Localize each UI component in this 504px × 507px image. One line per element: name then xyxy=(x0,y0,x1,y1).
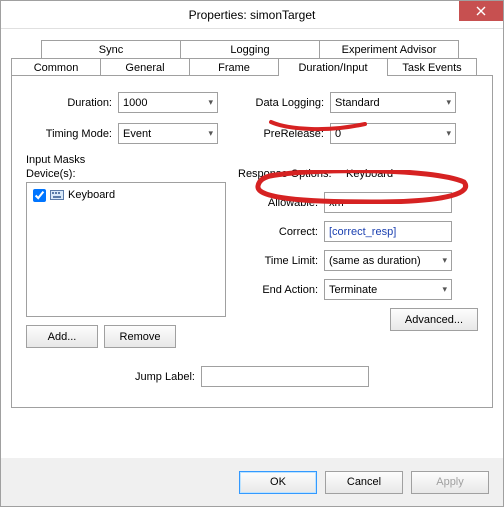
timing-mode-combo[interactable]: Event ▾ xyxy=(118,123,218,144)
response-options-label: Response Options: xyxy=(238,168,346,180)
correct-label: Correct: xyxy=(238,226,324,238)
chevron-down-icon: ▾ xyxy=(446,97,451,108)
tab-duration-input[interactable]: Duration/Input xyxy=(278,58,388,76)
add-button[interactable]: Add... xyxy=(26,325,98,348)
ok-button[interactable]: OK xyxy=(239,471,317,494)
end-action-label: End Action: xyxy=(238,284,324,296)
tab-strip: Sync Logging Experiment Advisor Common G… xyxy=(11,39,493,408)
chevron-down-icon: ▾ xyxy=(442,284,447,295)
time-limit-value: (same as duration) xyxy=(329,255,421,267)
window-title: Properties: simonTarget xyxy=(1,8,503,22)
close-button[interactable] xyxy=(459,1,503,21)
close-icon xyxy=(476,6,486,16)
time-limit-combo[interactable]: (same as duration) ▾ xyxy=(324,250,452,271)
data-logging-combo[interactable]: Standard ▾ xyxy=(330,92,456,113)
prerelease-value: 0 xyxy=(335,128,341,140)
input-masks-label: Input Masks xyxy=(26,154,226,166)
chevron-down-icon: ▾ xyxy=(446,128,451,139)
tab-experiment-advisor[interactable]: Experiment Advisor xyxy=(319,40,459,58)
allowable-input[interactable] xyxy=(324,192,452,213)
device-checkbox[interactable] xyxy=(33,189,46,202)
correct-input[interactable] xyxy=(324,221,452,242)
tab-common[interactable]: Common xyxy=(11,58,101,76)
prerelease-label: PreRelease: xyxy=(218,128,330,140)
jump-label-input[interactable] xyxy=(201,366,369,387)
data-logging-label: Data Logging: xyxy=(218,97,330,109)
dialog-footer: OK Cancel Apply xyxy=(1,458,503,506)
timing-mode-label: Timing Mode: xyxy=(26,128,118,140)
chevron-down-icon: ▾ xyxy=(208,128,213,139)
chevron-down-icon: ▾ xyxy=(442,255,447,266)
tab-task-events[interactable]: Task Events xyxy=(387,58,477,76)
prerelease-combo[interactable]: 0 ▾ xyxy=(330,123,456,144)
data-logging-value: Standard xyxy=(335,97,380,109)
dialog-content: Sync Logging Experiment Advisor Common G… xyxy=(1,29,503,458)
duration-combo[interactable]: 1000 ▾ xyxy=(118,92,218,113)
duration-value: 1000 xyxy=(123,97,147,109)
title-bar[interactable]: Properties: simonTarget xyxy=(1,1,503,29)
tab-general[interactable]: General xyxy=(100,58,190,76)
devices-listbox[interactable]: Keyboard xyxy=(26,182,226,317)
allowable-label: Allowable: xyxy=(238,197,324,209)
jump-label-label: Jump Label: xyxy=(135,371,201,383)
tab-frame[interactable]: Frame xyxy=(189,58,279,76)
chevron-down-icon: ▾ xyxy=(208,97,213,108)
devices-label: Device(s): xyxy=(26,168,226,180)
end-action-value: Terminate xyxy=(329,284,377,296)
properties-dialog: Properties: simonTarget Sync Logging Exp… xyxy=(0,0,504,507)
end-action-combo[interactable]: Terminate ▾ xyxy=(324,279,452,300)
time-limit-label: Time Limit: xyxy=(238,255,324,267)
advanced-button[interactable]: Advanced... xyxy=(390,308,478,331)
tab-panel-duration-input: Duration: 1000 ▾ Data Logging: Standard … xyxy=(11,75,493,408)
duration-label: Duration: xyxy=(26,97,118,109)
keyboard-icon xyxy=(50,188,64,202)
input-masks-section: Input Masks Device(s): Keyboard xyxy=(26,154,226,348)
response-options-section: Response Options: Keyboard Allowable: Co… xyxy=(238,154,478,348)
tab-logging[interactable]: Logging xyxy=(180,40,320,58)
list-item[interactable]: Keyboard xyxy=(31,187,221,203)
timing-mode-value: Event xyxy=(123,128,151,140)
remove-button[interactable]: Remove xyxy=(104,325,176,348)
response-options-value: Keyboard xyxy=(346,168,393,180)
apply-button[interactable]: Apply xyxy=(411,471,489,494)
cancel-button[interactable]: Cancel xyxy=(325,471,403,494)
device-name: Keyboard xyxy=(68,189,115,201)
tab-sync[interactable]: Sync xyxy=(41,40,181,58)
